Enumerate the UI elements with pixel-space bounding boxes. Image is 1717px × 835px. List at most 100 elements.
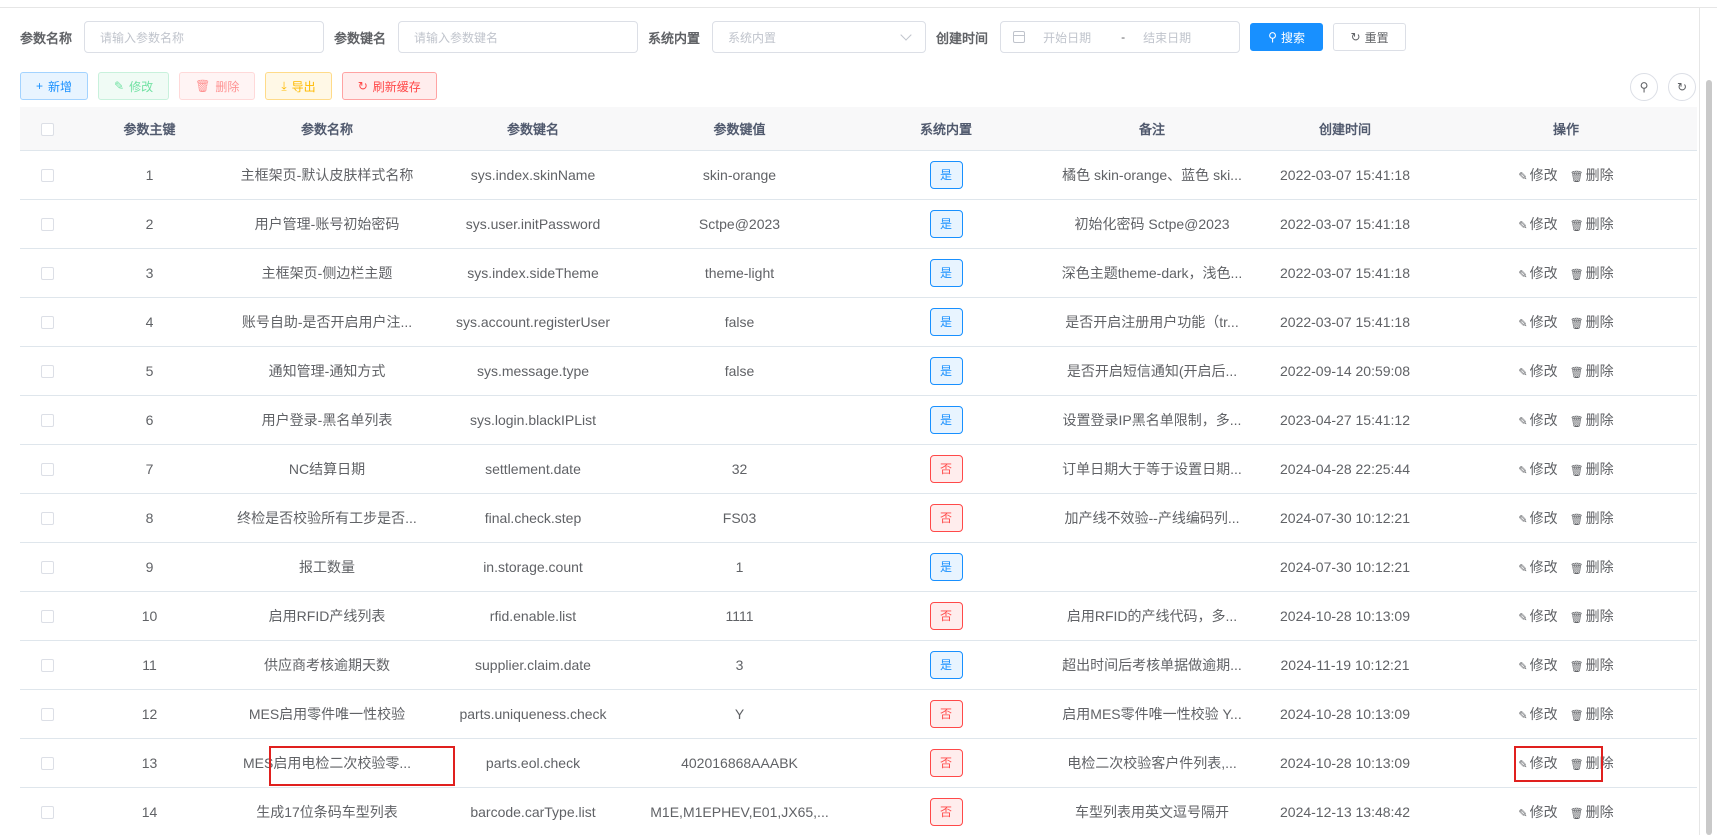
row-select-cell[interactable]: [20, 689, 75, 739]
row-delete-button[interactable]: 🗑 删除: [1570, 165, 1614, 185]
row-select-cell[interactable]: [20, 297, 75, 347]
row-select-cell[interactable]: [20, 787, 75, 835]
table-row[interactable]: 9 报工数量 in.storage.count 1 是 2024-07-30 10:12:…: [20, 542, 1697, 592]
row-edit-button[interactable]: ✎ 修改: [1518, 802, 1557, 822]
cell-name: NC结算日期: [224, 444, 430, 494]
edit-button[interactable]: ✎ 修改: [98, 72, 170, 100]
table-row[interactable]: 13 MES启用电检二次校验零... parts.eol.check 40201686…: [20, 738, 1697, 788]
row-checkbox[interactable]: [41, 757, 54, 771]
edit-icon: ✎: [1518, 268, 1528, 281]
row-select-cell[interactable]: [20, 150, 75, 200]
export-button[interactable]: ⤓ 导出: [265, 72, 332, 100]
row-edit-button[interactable]: ✎ 修改: [1518, 753, 1557, 773]
row-delete-button[interactable]: 🗑 删除: [1570, 361, 1614, 381]
toggle-search-button[interactable]: ⚲: [1630, 73, 1658, 101]
row-edit-button[interactable]: ✎ 修改: [1518, 655, 1557, 675]
row-edit-button[interactable]: ✎ 修改: [1518, 459, 1557, 479]
table-row[interactable]: 8 终检是否校验所有工步是否... final.check.step FS03 否 加产线…: [20, 493, 1697, 543]
row-edit-button[interactable]: ✎ 修改: [1518, 214, 1557, 234]
cell-name: 主框架页-侧边栏主题: [224, 248, 430, 298]
row-checkbox[interactable]: [41, 316, 54, 330]
row-checkbox[interactable]: [41, 463, 54, 477]
row-delete-button[interactable]: 🗑 删除: [1570, 753, 1614, 773]
row-select-cell[interactable]: [20, 395, 75, 445]
cell-name: 用户登录-黑名单列表: [224, 395, 430, 445]
refresh-cache-button[interactable]: ↻ 刷新缓存: [341, 72, 437, 100]
row-select-cell[interactable]: [20, 640, 75, 690]
cell-builtin: 否: [843, 444, 1049, 494]
row-select-cell[interactable]: [20, 346, 75, 396]
row-delete-button[interactable]: 🗑 删除: [1570, 263, 1614, 283]
row-delete-button[interactable]: 🗑 删除: [1570, 312, 1614, 332]
table-row[interactable]: 4 账号自助-是否开启用户注... sys.account.registerUser…: [20, 297, 1697, 347]
table-row[interactable]: 2 用户管理-账号初始密码 sys.user.initPassword Sctpe@2…: [20, 199, 1697, 249]
row-delete-button[interactable]: 🗑 删除: [1570, 459, 1614, 479]
row-edit-button[interactable]: ✎ 修改: [1518, 410, 1557, 430]
row-delete-button[interactable]: 🗑 删除: [1570, 704, 1614, 724]
col-header: 参数主键: [75, 107, 224, 151]
table-row[interactable]: 11 供应商考核逾期天数 supplier.claim.date 3 是 超出时间后考核单…: [20, 640, 1697, 690]
row-checkbox[interactable]: [41, 610, 54, 624]
select-all-checkbox[interactable]: [41, 122, 54, 136]
table-row[interactable]: 3 主框架页-侧边栏主题 sys.index.sideTheme theme-ligh…: [20, 248, 1697, 298]
row-edit-button[interactable]: ✎ 修改: [1518, 557, 1557, 577]
table-row[interactable]: 10 启用RFID产线列表 rfid.enable.list 1111 否 启用RFID的…: [20, 591, 1697, 641]
table-row[interactable]: 7 NC结算日期 settlement.date 32 否 订单日期大于等于设置日期...…: [20, 444, 1697, 494]
row-checkbox[interactable]: [41, 169, 54, 183]
cell-actions: ✎ 修改 🗑 删除: [1435, 395, 1697, 445]
row-delete-button[interactable]: 🗑 删除: [1570, 655, 1614, 675]
param-key-input[interactable]: 请输入参数键名: [398, 21, 639, 53]
end-date-input[interactable]: 结束日期: [1143, 29, 1191, 46]
row-checkbox[interactable]: [41, 414, 54, 428]
row-select-cell[interactable]: [20, 738, 75, 788]
row-edit-button[interactable]: ✎ 修改: [1518, 312, 1557, 332]
row-select-cell[interactable]: [20, 591, 75, 641]
row-delete-button[interactable]: 🗑 删除: [1570, 606, 1614, 626]
row-edit-button[interactable]: ✎ 修改: [1518, 263, 1557, 283]
row-checkbox[interactable]: [41, 218, 54, 232]
row-delete-button[interactable]: 🗑 删除: [1570, 508, 1614, 528]
table-row[interactable]: 12 MES启用零件唯一性校验 parts.uniqueness.check Y 否 启用…: [20, 689, 1697, 739]
select-all-cell[interactable]: [20, 107, 75, 151]
row-checkbox[interactable]: [41, 708, 54, 722]
builtin-select[interactable]: 系统内置: [712, 21, 927, 53]
row-checkbox[interactable]: [41, 267, 54, 281]
row-select-cell[interactable]: [20, 248, 75, 298]
row-checkbox[interactable]: [41, 512, 54, 526]
row-select-cell[interactable]: [20, 493, 75, 543]
refresh-table-button[interactable]: ↻: [1668, 73, 1696, 101]
date-range-picker[interactable]: 开始日期 - 结束日期: [1000, 21, 1241, 53]
row-edit-button[interactable]: ✎ 修改: [1518, 361, 1557, 381]
row-edit-button[interactable]: ✎ 修改: [1518, 704, 1557, 724]
row-select-cell[interactable]: [20, 542, 75, 592]
reset-button[interactable]: ↻ 重置: [1333, 23, 1407, 51]
row-delete-button[interactable]: 🗑 删除: [1570, 557, 1614, 577]
cell-value: 402016868AAABK: [636, 738, 843, 788]
col-header: 参数名称: [224, 107, 430, 151]
cell-builtin: 是: [843, 346, 1049, 396]
row-checkbox[interactable]: [41, 365, 54, 379]
param-name-input[interactable]: 请输入参数名称: [84, 21, 325, 53]
row-select-cell[interactable]: [20, 444, 75, 494]
row-checkbox[interactable]: [41, 659, 54, 673]
row-edit-button[interactable]: ✎ 修改: [1518, 165, 1557, 185]
row-delete-button[interactable]: 🗑 删除: [1570, 410, 1614, 430]
row-edit-button[interactable]: ✎ 修改: [1518, 508, 1557, 528]
table-row[interactable]: 14 生成17位条码车型列表 barcode.carType.list M1E,M1E…: [20, 787, 1697, 835]
row-select-cell[interactable]: [20, 199, 75, 249]
add-button[interactable]: + 新增: [20, 72, 89, 100]
search-button[interactable]: ⚲ 搜索: [1250, 23, 1324, 51]
row-checkbox[interactable]: [41, 561, 54, 575]
vertical-scrollbar[interactable]: [1706, 80, 1712, 835]
row-delete-button[interactable]: 🗑 删除: [1570, 214, 1614, 234]
table-row[interactable]: 6 用户登录-黑名单列表 sys.login.blackIPList 是 设置登录IP黑…: [20, 395, 1697, 445]
row-edit-button[interactable]: ✎ 修改: [1518, 606, 1557, 626]
cell-actions: ✎ 修改 🗑 删除: [1435, 787, 1697, 835]
table-row[interactable]: 1 主框架页-默认皮肤样式名称 sys.index.skinName skin-ora…: [20, 150, 1697, 200]
table-row[interactable]: 5 通知管理-通知方式 sys.message.type false 是 是否开启短信通知…: [20, 346, 1697, 396]
cell-id: 4: [75, 297, 224, 347]
row-delete-button[interactable]: 🗑 删除: [1570, 802, 1614, 822]
row-checkbox[interactable]: [41, 806, 54, 820]
delete-button[interactable]: 🗑 删除: [179, 72, 256, 100]
start-date-input[interactable]: 开始日期: [1043, 29, 1103, 46]
